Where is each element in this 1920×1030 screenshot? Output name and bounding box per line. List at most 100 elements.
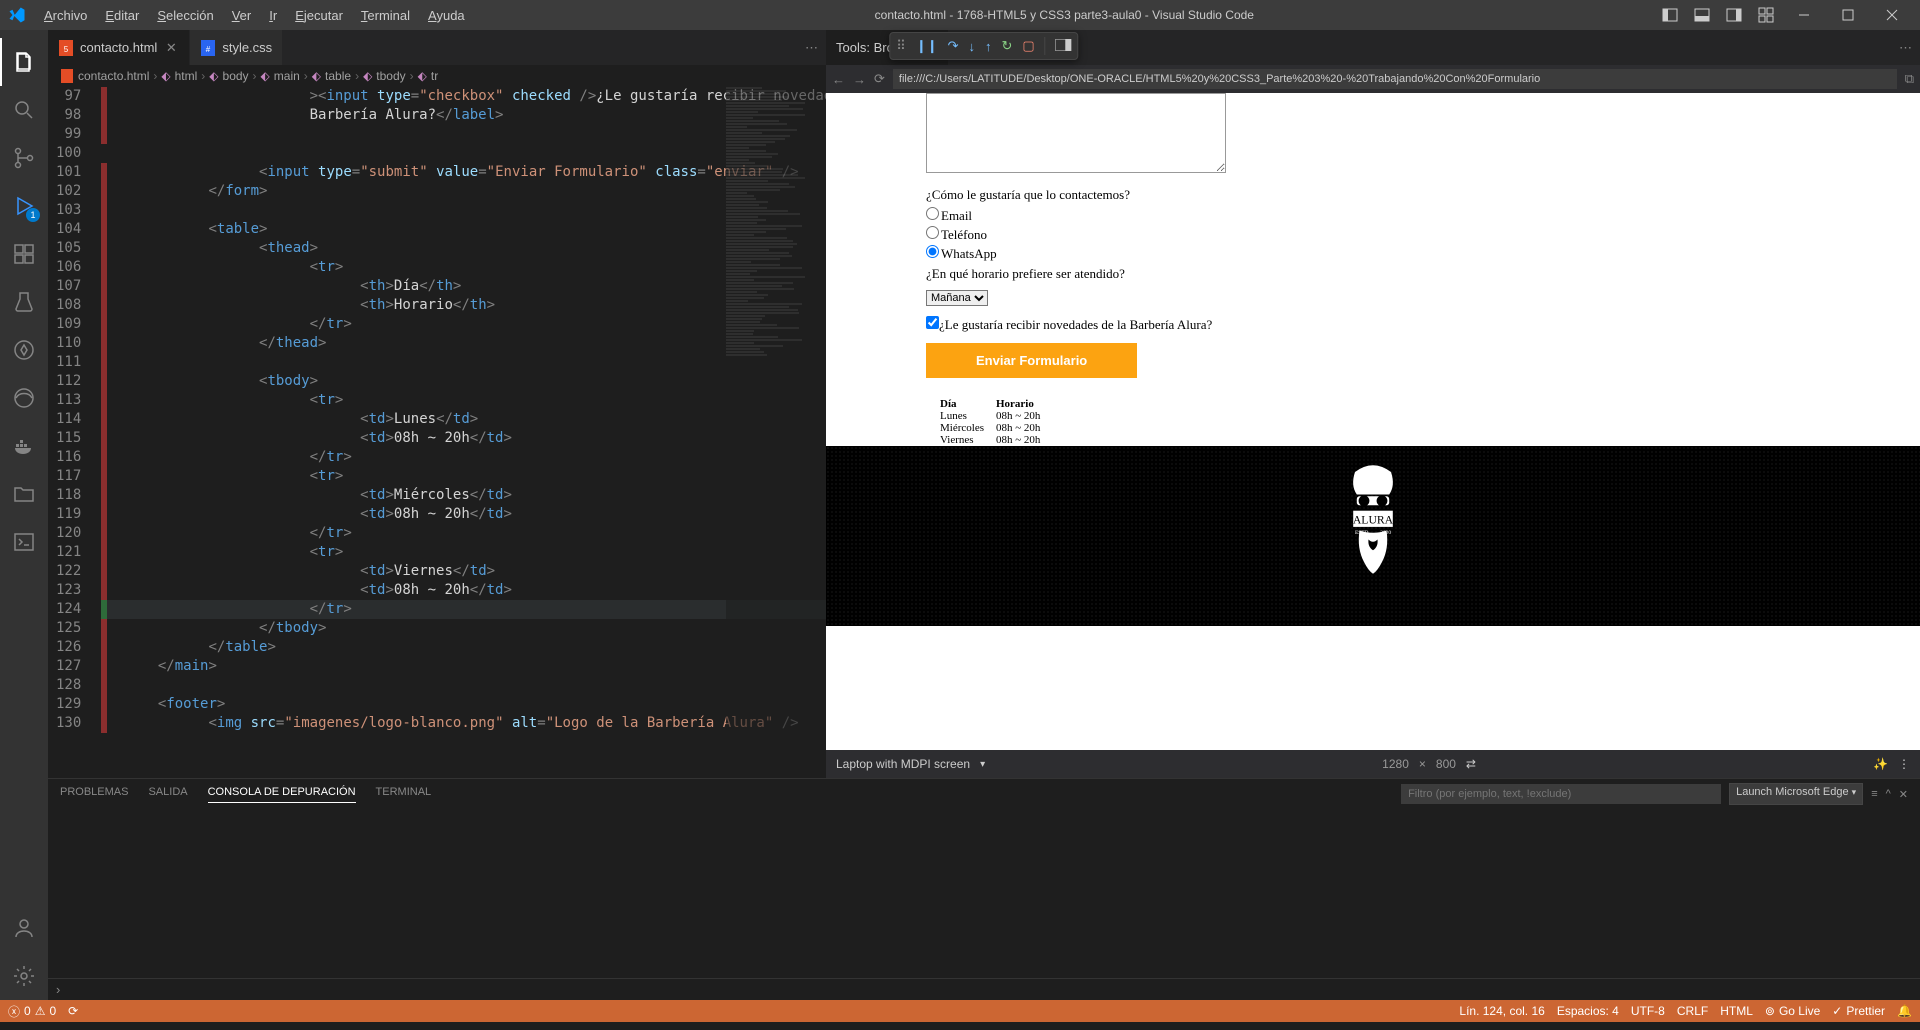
code-line-113[interactable]: <tr>: [107, 391, 826, 410]
pause-icon[interactable]: ❙❙: [916, 38, 938, 54]
code-line-108[interactable]: <th>Horario</th>: [107, 296, 826, 315]
eol[interactable]: CRLF: [1677, 1004, 1708, 1018]
screenshot-icon[interactable]: ✨: [1873, 757, 1888, 771]
indentation[interactable]: Espacios: 4: [1557, 1004, 1619, 1018]
source-control-icon[interactable]: [0, 134, 48, 182]
crumb-contacto-html[interactable]: contacto.html: [60, 69, 149, 83]
go-live[interactable]: ⊚ Go Live: [1765, 1004, 1820, 1018]
menu-ejecutar[interactable]: Ejecutar: [287, 4, 351, 27]
crumb-table[interactable]: ⬖table: [312, 69, 351, 83]
panel-tab-salida[interactable]: SALIDA: [148, 786, 187, 802]
code-line-101[interactable]: <input type="submit" value="Enviar Formu…: [107, 163, 826, 182]
schedule-select[interactable]: Mañana: [926, 290, 988, 306]
panel-tab-terminal[interactable]: TERMINAL: [376, 786, 432, 802]
layout-sidebar-right-icon[interactable]: [1722, 3, 1746, 27]
code-line-114[interactable]: <td>Lunes</td>: [107, 410, 826, 429]
minimap[interactable]: [726, 87, 826, 778]
tab-style-css[interactable]: #style.css: [190, 30, 283, 65]
notifications-icon[interactable]: 🔔: [1897, 1004, 1912, 1018]
search-icon[interactable]: [0, 86, 48, 134]
tab-contacto-html[interactable]: 5contacto.html✕: [48, 30, 190, 65]
menu-ir[interactable]: Ir: [261, 4, 285, 27]
device-selector[interactable]: Laptop with MDPI screen: [836, 757, 970, 771]
panel-tab-problemas[interactable]: PROBLEMAS: [60, 786, 128, 802]
layout-sidebar-left-icon[interactable]: [1658, 3, 1682, 27]
errors-warnings[interactable]: ⓧ0 ⚠0: [8, 1003, 56, 1020]
code-line-121[interactable]: <tr>: [107, 543, 826, 562]
code-line-102[interactable]: </form>: [107, 182, 826, 201]
close-button[interactable]: [1872, 1, 1912, 29]
menu-editar[interactable]: Editar: [97, 4, 147, 27]
account-icon[interactable]: [0, 904, 48, 952]
cursor-position[interactable]: Lín. 124, col. 16: [1459, 1004, 1544, 1018]
crumb-tr[interactable]: ⬖tr: [418, 69, 439, 83]
settings-gear-icon[interactable]: [0, 952, 48, 1000]
menu-archivo[interactable]: Archivo: [36, 4, 95, 27]
viewport-width[interactable]: 1280: [1382, 757, 1409, 771]
code-line-107[interactable]: <th>Día</th>: [107, 277, 826, 296]
message-textarea[interactable]: [926, 93, 1226, 173]
back-icon[interactable]: ←: [832, 72, 845, 87]
menu-terminal[interactable]: Terminal: [353, 4, 418, 27]
more-icon[interactable]: ⋮: [1898, 757, 1910, 771]
panel-body[interactable]: [48, 809, 1920, 978]
code-line-124[interactable]: </tr>: [107, 600, 826, 619]
maximize-button[interactable]: [1828, 1, 1868, 29]
docker-icon[interactable]: [0, 422, 48, 470]
crumb-html[interactable]: ⬖html: [161, 69, 197, 83]
code-line-103[interactable]: [107, 201, 826, 220]
code-line-125[interactable]: </tbody>: [107, 619, 826, 638]
debug-icon[interactable]: 1: [0, 182, 48, 230]
code-line-117[interactable]: <tr>: [107, 467, 826, 486]
menu-ver[interactable]: Ver: [224, 4, 260, 27]
news-checkbox[interactable]: [926, 316, 939, 329]
code-line-119[interactable]: <td>08h ~ 20h</td>: [107, 505, 826, 524]
testing-icon[interactable]: [0, 278, 48, 326]
code-line-126[interactable]: </table>: [107, 638, 826, 657]
maximize-panel-icon[interactable]: ^: [1886, 788, 1891, 800]
minimize-button[interactable]: [1784, 1, 1824, 29]
code-line-128[interactable]: [107, 676, 826, 695]
code-line-115[interactable]: <td>08h ~ 20h</td>: [107, 429, 826, 448]
code-line-112[interactable]: <tbody>: [107, 372, 826, 391]
radio-email[interactable]: [926, 207, 939, 220]
close-icon[interactable]: ✕: [163, 40, 179, 56]
open-devtools-icon[interactable]: [1056, 39, 1072, 54]
encoding[interactable]: UTF-8: [1631, 1004, 1665, 1018]
code-line-127[interactable]: </main>: [107, 657, 826, 676]
browser-viewport[interactable]: ¿Cómo le gustaría que lo contactemos? Em…: [826, 93, 1920, 750]
launch-config-select[interactable]: Launch Microsoft Edge ▾: [1729, 783, 1863, 805]
more-actions-icon[interactable]: ⋯: [1899, 40, 1912, 55]
edge-tools-icon[interactable]: [0, 374, 48, 422]
layout-panel-bottom-icon[interactable]: [1690, 3, 1714, 27]
more-actions-icon[interactable]: ⋯: [805, 40, 818, 56]
chevron-down-icon[interactable]: ▾: [980, 759, 985, 770]
references-icon[interactable]: [0, 326, 48, 374]
code-line-120[interactable]: </tr>: [107, 524, 826, 543]
radio-telefono[interactable]: [926, 226, 939, 239]
panel-tab-consola-de-depuración[interactable]: CONSOLA DE DEPURACIÓN: [208, 786, 356, 803]
radio-whatsapp[interactable]: [926, 245, 939, 258]
code-line-118[interactable]: <td>Miércoles</td>: [107, 486, 826, 505]
terminal-activity-icon[interactable]: [0, 518, 48, 566]
code-line-98[interactable]: Barbería Alura?</label>: [107, 106, 826, 125]
menu-selección[interactable]: Selección: [149, 4, 221, 27]
debug-toolbar[interactable]: ⠿ ❙❙ ↷ ↓ ↑ ↻ ▢: [889, 32, 1078, 60]
code-line-111[interactable]: [107, 353, 826, 372]
code-line-106[interactable]: <tr>: [107, 258, 826, 277]
debug-status-icon[interactable]: ⟳: [68, 1004, 78, 1018]
code-line-122[interactable]: <td>Viernes</td>: [107, 562, 826, 581]
code-line-116[interactable]: </tr>: [107, 448, 826, 467]
code-line-109[interactable]: </tr>: [107, 315, 826, 334]
step-into-icon[interactable]: ↓: [969, 39, 976, 54]
crumb-tbody[interactable]: ⬖tbody: [363, 69, 406, 83]
drag-handle-icon[interactable]: ⠿: [896, 38, 906, 54]
viewport-height[interactable]: 800: [1436, 757, 1456, 771]
console-filter-input[interactable]: [1401, 784, 1721, 804]
breadcrumb[interactable]: contacto.html›⬖html›⬖body›⬖main›⬖table›⬖…: [48, 65, 826, 87]
submit-button[interactable]: Enviar Formulario: [926, 343, 1137, 378]
code-line-105[interactable]: <thead>: [107, 239, 826, 258]
code-editor[interactable]: 9798991001011021031041051061071081091101…: [48, 87, 826, 778]
list-icon[interactable]: ≡: [1871, 788, 1877, 800]
step-over-icon[interactable]: ↷: [948, 38, 959, 54]
